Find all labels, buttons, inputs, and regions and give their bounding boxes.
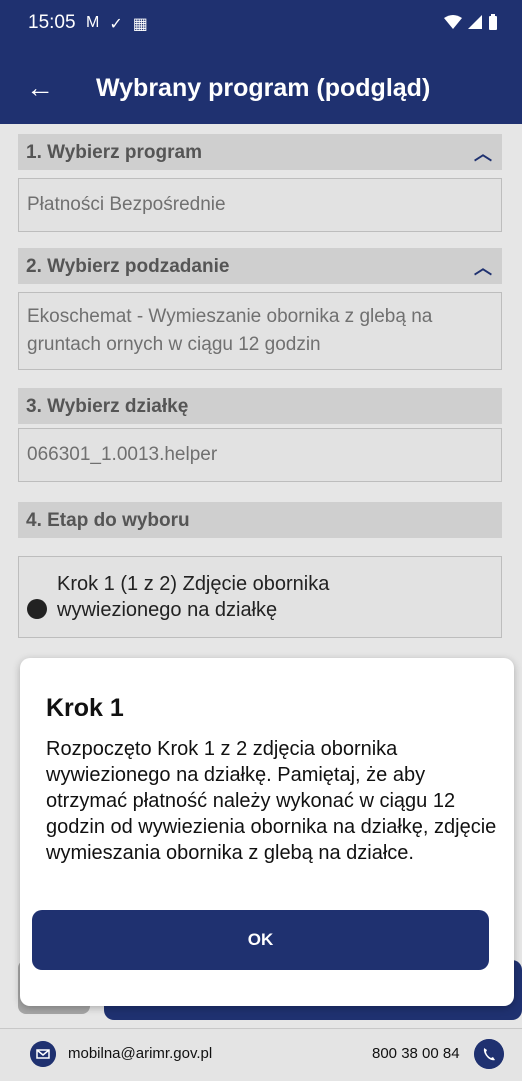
ok-button[interactable]: OK [32,910,489,970]
radio-selected-icon[interactable] [27,599,47,619]
calendar-icon: ▦ [132,16,148,33]
section-title: 2. Wybierz podzadanie [26,256,230,277]
step-option[interactable]: Krok 1 (1 z 2) Zdjęcie obornika wywiezio… [18,556,502,638]
chevron-up-icon[interactable]: ︿ [474,140,492,166]
chevron-up-icon[interactable]: ︿ [474,254,492,280]
battery-icon [489,14,497,30]
dialog-title: Krok 1 [46,694,124,722]
plot-field[interactable]: 066301_1.0013.helper [18,428,502,482]
footer-email[interactable]: mobilna@arimr.gov.pl [68,1045,212,1062]
dialog-message: Rozpoczęto Krok 1 z 2 zdjęcia obornika w… [46,738,497,864]
status-notification-icons: M ✓ ▦ [86,14,148,34]
section-title: 4. Etap do wyboru [26,510,190,531]
subtask-field[interactable]: Ekoschemat - Wymieszanie obornika z gleb… [18,292,502,370]
phone-icon[interactable] [474,1039,504,1069]
status-time: 15:05 [28,12,76,33]
mail-icon[interactable] [30,1041,56,1067]
page-title: Wybrany program (podgląd) [96,74,431,102]
section-title: 3. Wybierz działkę [26,396,189,417]
step-dialog: Krok 1 Rozpoczęto Krok 1 z 2 zdjęcia obo… [20,658,514,1006]
footer: mobilna@arimr.gov.pl 800 38 00 84 [0,1028,522,1081]
arrow-left-icon[interactable]: ← [26,72,54,104]
download-done-icon: ✓ [109,16,123,33]
app-bar: ← Wybrany program (podgląd) [0,52,522,124]
status-system-icons [444,14,498,30]
wifi-icon [444,15,462,29]
section-title: 1. Wybierz program [26,142,202,163]
section-header-step: 4. Etap do wyboru [18,502,502,538]
gmail-icon: M [86,14,100,31]
program-field[interactable]: Płatności Bezpośrednie [18,178,502,232]
section-header-subtask[interactable]: 2. Wybierz podzadanie ︿ [18,248,502,284]
status-bar: 15:05 M ✓ ▦ [0,0,522,52]
section-header-plot[interactable]: 3. Wybierz działkę [18,388,502,424]
section-header-program[interactable]: 1. Wybierz program ︿ [18,134,502,170]
signal-icon [468,15,482,29]
step-option-label: Krok 1 (1 z 2) Zdjęcie obornika wywiezio… [57,573,330,621]
footer-phone[interactable]: 800 38 00 84 [372,1045,460,1062]
